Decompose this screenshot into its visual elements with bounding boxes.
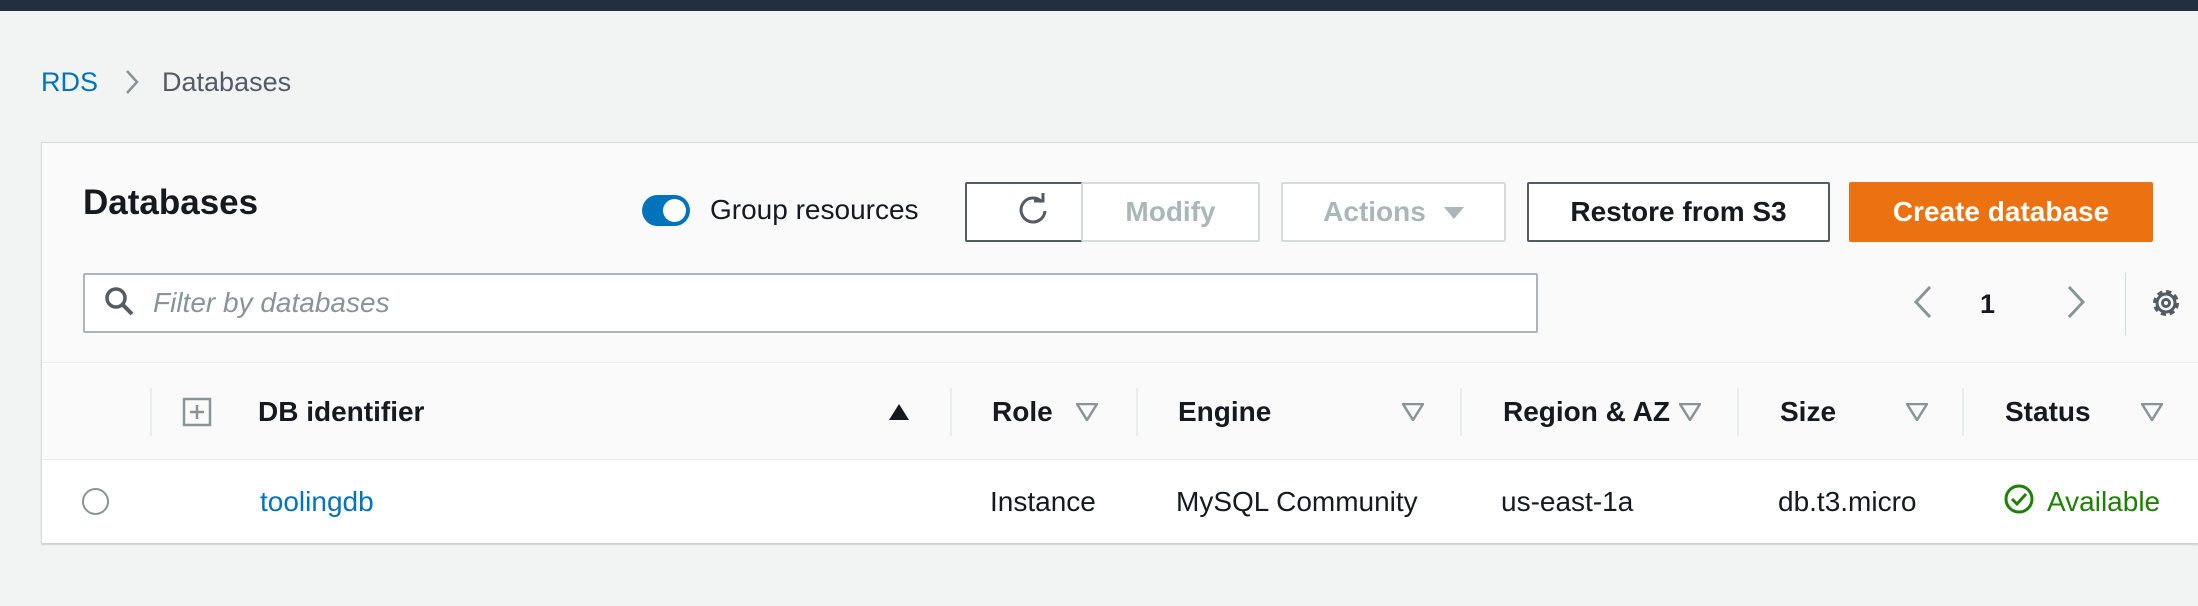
table-row[interactable]: toolingdb Instance MySQL Community us-ea…: [42, 461, 2198, 543]
breadcrumb-rds-link[interactable]: RDS: [41, 67, 98, 98]
column-header-role[interactable]: Role: [992, 364, 1178, 460]
sort-icon[interactable]: [1402, 403, 1424, 421]
sort-icon[interactable]: [1679, 403, 1701, 421]
filter-search-box[interactable]: [83, 273, 1538, 333]
next-page-button[interactable]: [2065, 276, 2087, 332]
column-label: DB identifier: [258, 396, 425, 427]
column-divider: [1460, 388, 1462, 436]
console-top-bar: [0, 0, 2198, 11]
toggle-switch[interactable]: [642, 194, 690, 226]
search-icon: [103, 285, 135, 322]
engine-cell: MySQL Community: [1176, 486, 1418, 517]
sort-icon[interactable]: [2141, 403, 2163, 421]
databases-panel: Databases Group resources Modify Actions…: [41, 142, 2198, 543]
sort-icon[interactable]: [1906, 403, 1928, 421]
region-az-cell: us-east-1a: [1501, 486, 1634, 517]
column-header-db-identifier[interactable]: DB identifier: [258, 364, 998, 460]
current-page-number[interactable]: 1: [1980, 276, 1995, 332]
table-preferences-button[interactable]: [2146, 283, 2186, 328]
column-header-status[interactable]: Status: [2005, 364, 2198, 460]
size-cell: db.t3.micro: [1778, 486, 1917, 517]
column-divider: [1962, 388, 1964, 436]
check-circle-icon: [2003, 483, 2035, 522]
chevron-left-icon: [1912, 284, 1934, 325]
panel-header: Databases Group resources Modify Actions…: [42, 143, 2198, 363]
restore-from-s3-button[interactable]: Restore from S3: [1527, 182, 1830, 242]
gear-icon: [2146, 290, 2186, 327]
column-label: Role: [992, 396, 1053, 427]
column-header-size[interactable]: Size: [1780, 364, 2006, 460]
column-divider: [1136, 388, 1138, 436]
create-database-button[interactable]: Create database: [1849, 182, 2153, 242]
column-label: Status: [2005, 396, 2091, 427]
previous-page-button[interactable]: [1912, 276, 1934, 332]
status-cell: Available: [2003, 461, 2160, 543]
sort-ascending-icon[interactable]: [888, 403, 910, 421]
column-label: Engine: [1178, 396, 1272, 427]
breadcrumb: RDS Databases: [41, 62, 291, 102]
column-divider: [1737, 388, 1739, 436]
actions-dropdown-button[interactable]: Actions: [1281, 182, 1506, 242]
pager-divider: [2125, 273, 2126, 335]
modify-button-label: Modify: [1125, 196, 1216, 227]
sort-icon[interactable]: [1076, 403, 1098, 421]
filter-databases-input[interactable]: [153, 287, 1493, 319]
modify-button[interactable]: Modify: [1081, 182, 1260, 242]
column-header-engine[interactable]: Engine: [1178, 364, 1502, 460]
caret-down-icon: [1443, 196, 1464, 228]
column-divider: [950, 388, 952, 436]
column-label: Region & AZ: [1503, 396, 1670, 427]
role-cell: Instance: [990, 486, 1096, 517]
restore-button-label: Restore from S3: [1570, 196, 1787, 227]
chevron-right-icon: [124, 69, 140, 95]
create-button-label: Create database: [1892, 196, 2110, 227]
chevron-right-icon: [2065, 284, 2087, 325]
db-identifier-link[interactable]: toolingdb: [260, 461, 374, 543]
column-divider: [150, 388, 152, 436]
row-select-radio[interactable]: [82, 488, 109, 515]
expand-all-icon[interactable]: [182, 364, 212, 460]
breadcrumb-current: Databases: [162, 66, 292, 97]
status-label: Available: [2047, 486, 2161, 517]
column-label: Size: [1780, 396, 1837, 427]
page-title: Databases: [83, 183, 259, 222]
group-resources-label: Group resources: [710, 194, 919, 225]
refresh-icon: [1015, 191, 1051, 234]
table-header: DB identifier Role Engine Region & AZ Si…: [42, 364, 2198, 460]
group-resources-toggle[interactable]: Group resources: [642, 190, 919, 230]
actions-button-label: Actions: [1323, 196, 1426, 227]
